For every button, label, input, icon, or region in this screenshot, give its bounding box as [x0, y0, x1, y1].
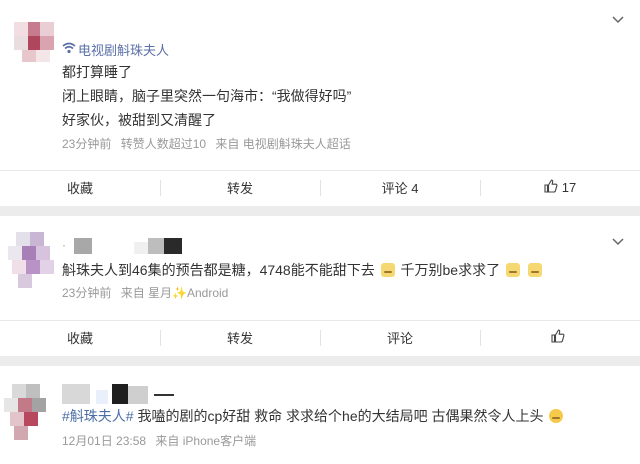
post-text-part: 我嗑的剧的cp好甜 救命 求求给个he的大结局吧 古偶果然令人上头	[137, 408, 544, 424]
post-meta: 23分钟前 转赞人数超过10 来自 电视剧斛珠夫人超话	[62, 135, 357, 152]
timestamp: 23分钟前	[62, 137, 112, 151]
collect-button[interactable]: 收藏	[0, 171, 160, 204]
post-text: #斛珠夫人# 我嗑的剧的cp好甜 救命 求求给个he的大结局吧 古偶果然令人上头	[62, 406, 565, 426]
post-text-part: 斛珠夫人到46集的预告都是糖，4748能不能甜下去	[62, 262, 375, 278]
post-meta: 12月01日 23:58 来自 iPhone客户端	[62, 432, 262, 449]
user-name[interactable]	[62, 384, 192, 404]
collect-label: 收藏	[66, 181, 93, 196]
timestamp: 12月01日 23:58	[62, 434, 147, 448]
post-text-line: 都打算睡了	[62, 64, 132, 80]
repost-label: 转发	[226, 181, 253, 196]
repost-button[interactable]: 转发	[160, 171, 320, 204]
post-text-line: 闭上眼睛，脑子里突然一句海市：“我做得好吗”	[62, 88, 352, 104]
collect-button[interactable]: 收藏	[0, 321, 160, 354]
repost-count-note: 转赞人数超过10	[120, 137, 207, 151]
avatar[interactable]	[14, 22, 54, 62]
redacted-block	[148, 238, 164, 254]
redacted-block	[62, 384, 90, 404]
redacted-block	[96, 390, 108, 404]
like-button[interactable]	[480, 321, 640, 354]
source[interactable]: 来自 电视剧斛珠夫人超话	[215, 137, 350, 151]
post-meta: 23分钟前 来自 星月✨Android	[62, 284, 234, 301]
source[interactable]: 来自 iPhone客户端	[155, 434, 256, 448]
emoji-icon	[380, 263, 395, 277]
timestamp: 23分钟前	[62, 286, 112, 300]
topic-tag[interactable]: #斛珠夫人#	[62, 408, 134, 424]
like-button[interactable]: 17	[480, 171, 640, 204]
like-count: 17	[561, 180, 577, 195]
user-name-label: ·	[62, 238, 66, 252]
redacted-block	[164, 238, 182, 254]
post-card: #斛珠夫人# 我嗑的剧的cp好甜 救命 求求给个he的大结局吧 古偶果然令人上头…	[0, 366, 640, 464]
repost-button[interactable]: 转发	[160, 321, 320, 354]
repost-label: 转发	[226, 331, 253, 346]
chevron-down-icon[interactable]	[612, 238, 624, 250]
action-bar: 收藏 转发 评论	[0, 320, 640, 354]
source[interactable]: 来自 星月✨Android	[121, 286, 229, 300]
post-text-line: 好家伙，被甜到又清醒了	[62, 112, 216, 128]
redacted-block	[134, 242, 148, 254]
thumbs-up-icon	[551, 329, 565, 346]
post-card: 电视剧斛珠夫人 都打算睡了 闭上眼睛，脑子里突然一句海市：“我做得好吗” 好家伙…	[0, 0, 640, 206]
post-text-part: 千万别be求求了	[400, 262, 501, 278]
emoji-icon	[527, 263, 542, 277]
comment-button[interactable]: 评论 4	[320, 171, 480, 204]
user-name-label: 电视剧斛珠夫人	[78, 43, 170, 58]
thumbs-up-icon	[544, 179, 558, 196]
super-topic-icon	[62, 42, 76, 57]
avatar[interactable]	[8, 232, 54, 290]
comment-button[interactable]: 评论	[320, 321, 480, 354]
collect-label: 收藏	[66, 331, 93, 346]
action-bar: 收藏 转发 评论 4 17	[0, 170, 640, 204]
redacted-block	[128, 386, 148, 404]
post-card: · 斛珠夫人到46集的预告都是糖，4748能不能甜下去 千万别be求求了 23分…	[0, 216, 640, 356]
redacted-block	[154, 394, 174, 396]
emoji-icon	[505, 263, 520, 277]
redacted-block	[74, 238, 92, 254]
avatar[interactable]	[4, 384, 54, 442]
redacted-block	[112, 384, 128, 404]
comment-label: 评论 4	[381, 181, 419, 196]
chevron-down-icon[interactable]	[612, 16, 624, 28]
emoji-icon	[549, 409, 564, 423]
user-name[interactable]: 电视剧斛珠夫人	[62, 40, 169, 59]
comment-label: 评论	[386, 331, 413, 346]
user-name[interactable]: ·	[62, 238, 182, 254]
post-text: 斛珠夫人到46集的预告都是糖，4748能不能甜下去 千万别be求求了	[62, 260, 544, 280]
